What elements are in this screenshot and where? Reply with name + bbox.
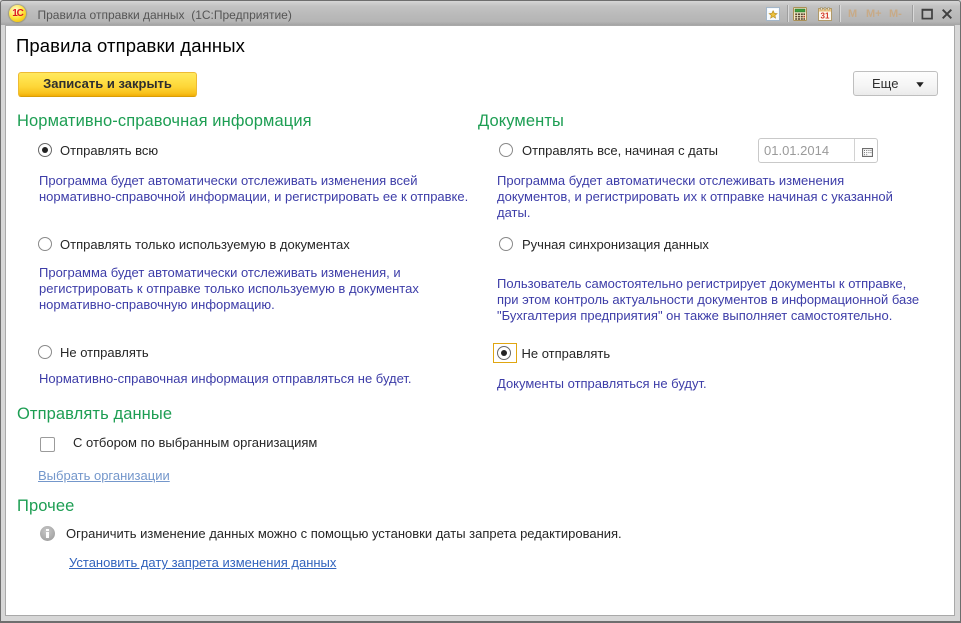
svg-text:31: 31: [821, 12, 830, 21]
